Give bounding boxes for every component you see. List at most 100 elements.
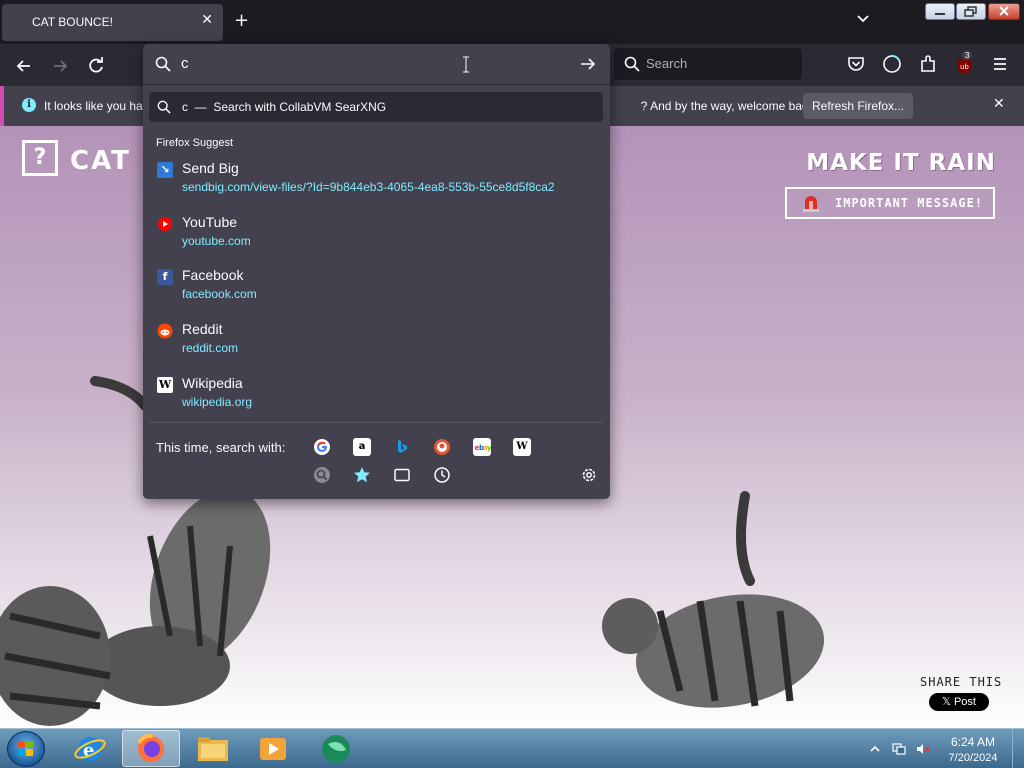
make-it-rain-button[interactable]: MAKE IT RAIN — [806, 150, 996, 176]
search-box-placeholder: Search — [646, 56, 688, 71]
internet-explorer-icon: e — [74, 737, 106, 761]
minimize-button[interactable] — [925, 3, 955, 20]
reddit-icon — [157, 323, 173, 339]
search-icon — [155, 56, 171, 72]
back-icon[interactable] — [14, 56, 34, 76]
urlbar-input-row[interactable]: c — [143, 44, 610, 84]
suggestion-url: wikipedia.org — [182, 395, 253, 409]
suggestion-title: Facebook — [182, 267, 244, 283]
restore-button[interactable] — [956, 3, 986, 20]
important-message-button[interactable]: IMPORTANT MESSAGE! — [785, 187, 995, 219]
wikipedia-icon[interactable]: W — [513, 438, 531, 456]
taskbar-app[interactable] — [306, 730, 364, 767]
bookmarks-icon[interactable] — [353, 466, 371, 484]
network-icon[interactable] — [892, 742, 906, 756]
clock-time[interactable]: 6:24 AM — [944, 735, 1002, 749]
suggestion-title: Send Big — [182, 160, 239, 176]
siren-icon — [803, 196, 819, 212]
extensions-icon[interactable] — [918, 54, 938, 74]
searx-icon[interactable] — [313, 466, 331, 484]
show-hidden-icons-icon[interactable] — [868, 742, 882, 756]
notification-close-icon[interactable]: ✕ — [993, 96, 1005, 112]
folder-icon — [198, 737, 228, 761]
suggestion-title: YouTube — [182, 214, 238, 230]
forward-icon — [54, 60, 68, 72]
suggestion-title: Reddit — [182, 321, 223, 337]
urlbar-input[interactable]: c — [181, 55, 189, 72]
clock-date[interactable]: 7/20/2024 — [944, 752, 1002, 764]
menu-icon[interactable] — [990, 54, 1010, 74]
important-message-label: IMPORTANT MESSAGE! — [835, 196, 984, 210]
cat-image-bottom-left — [0, 586, 111, 726]
history-icon[interactable] — [433, 466, 451, 484]
tab-close-icon[interactable]: ✕ — [201, 12, 213, 28]
suggestion-wikipedia[interactable]: W Wikipedia wikipedia.org — [149, 373, 603, 423]
suggestion-title: Wikipedia — [182, 375, 243, 391]
search-icon — [157, 100, 171, 114]
reload-icon[interactable] — [86, 56, 106, 76]
restore-icon — [964, 6, 977, 17]
x-post-button[interactable]: 𝕏 Post — [929, 693, 989, 711]
minimize-icon — [935, 13, 945, 15]
search-with-searxng-row[interactable]: c — Search with CollabVM SearXNG — [149, 92, 603, 122]
google-icon[interactable] — [313, 438, 331, 456]
tabs-icon[interactable] — [393, 466, 411, 484]
notification-text-end: ? And by the way, welcome back! — [640, 99, 804, 113]
cat-image-right — [602, 491, 825, 708]
sendbig-icon: ↘ — [157, 162, 173, 178]
volume-muted-icon[interactable] — [916, 742, 930, 756]
info-icon: i — [22, 98, 36, 112]
logo-mark[interactable]: ? — [22, 140, 58, 176]
youtube-icon — [158, 217, 172, 231]
divider — [143, 84, 610, 85]
suggestion-url: sendbig.com/view-files/?Id=9b844eb3-4065… — [182, 180, 555, 194]
taskbar-firefox[interactable] — [122, 730, 180, 767]
app-icon — [322, 735, 350, 763]
refresh-firefox-button[interactable]: Refresh Firefox... — [803, 93, 913, 119]
firefox-suggest-heading: Firefox Suggest — [156, 137, 234, 149]
suggestion-facebook[interactable]: f Facebook facebook.com — [149, 265, 603, 315]
show-desktop-button[interactable] — [1012, 729, 1024, 768]
search-with-searxng-label: c — Search with CollabVM SearXNG — [182, 100, 387, 114]
svg-text:ub: ub — [960, 63, 969, 71]
ebay-icon[interactable]: e ba y — [473, 438, 491, 456]
title-bar: CAT BOUNCE! ✕ + — [0, 0, 1024, 44]
close-window-button[interactable] — [988, 3, 1020, 20]
suggestion-youtube[interactable]: YouTube youtube.com — [149, 212, 603, 262]
pocket-icon[interactable] — [846, 54, 866, 74]
suggestion-url: youtube.com — [182, 234, 251, 248]
suggestion-send-big[interactable]: ↘ Send Big sendbig.com/view-files/?Id=9b… — [149, 158, 603, 208]
bing-icon[interactable] — [393, 438, 411, 456]
taskbar: e 6:24 AM 7/20/2024 — [0, 728, 1024, 768]
windows-logo-icon — [18, 741, 33, 756]
suggestion-url: facebook.com — [182, 287, 257, 301]
duckduckgo-icon[interactable] — [433, 438, 451, 456]
suggestion-reddit[interactable]: Reddit reddit.com — [149, 319, 603, 369]
search-icon — [624, 56, 640, 72]
wikipedia-icon: W — [157, 377, 173, 393]
new-tab-button[interactable]: + — [234, 10, 249, 31]
list-all-tabs-icon[interactable] — [856, 12, 870, 26]
text-cursor-icon — [463, 56, 469, 73]
search-with-label: This time, search with: — [156, 440, 286, 455]
tab-title: CAT BOUNCE! — [32, 15, 113, 29]
suggestion-url: reddit.com — [182, 341, 239, 355]
start-button[interactable] — [7, 731, 45, 767]
go-arrow-icon[interactable] — [579, 56, 597, 72]
taskbar-media-player[interactable] — [244, 730, 302, 767]
share-this-label: SHARE THIS — [920, 675, 1003, 689]
taskbar-internet-explorer[interactable]: e — [62, 730, 120, 767]
account-icon[interactable] — [882, 54, 902, 74]
taskbar-file-explorer[interactable] — [184, 730, 242, 767]
close-icon — [999, 6, 1009, 16]
divider — [149, 422, 603, 423]
firefox-icon — [137, 733, 164, 762]
amazon-icon[interactable]: a — [353, 438, 371, 456]
gear-icon[interactable] — [580, 466, 598, 484]
search-box[interactable]: Search — [614, 48, 802, 80]
svg-text:y: y — [487, 444, 491, 452]
media-player-icon — [260, 738, 286, 760]
facebook-icon: f — [157, 269, 173, 285]
tab-cat-bounce[interactable]: CAT BOUNCE! ✕ — [2, 4, 223, 41]
urlbar-dropdown: c c — Search with CollabVM SearXNG Firef… — [143, 44, 610, 499]
